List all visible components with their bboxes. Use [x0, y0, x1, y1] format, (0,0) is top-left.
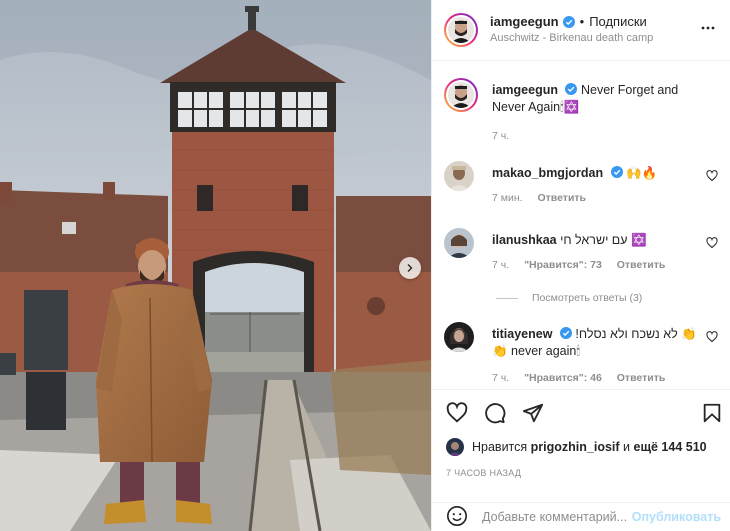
post-side-panel: iamgeegun • Подписки Auschwitz - Birkena… — [431, 0, 730, 531]
heart-icon — [706, 237, 718, 249]
heart-icon — [706, 331, 718, 343]
caption-time[interactable]: 7 ч. — [492, 130, 509, 142]
comment-like-button[interactable] — [706, 237, 718, 252]
instagram-post: iamgeegun • Подписки Auschwitz - Birkena… — [0, 0, 730, 531]
comment-text: עם ישראל חי ✡️ — [560, 233, 647, 247]
likes-count[interactable]: ещё 144 510 — [634, 440, 707, 454]
likes-prefix: Нравится — [472, 440, 528, 454]
chevron-right-icon — [407, 264, 413, 272]
caption-avatar-image — [448, 82, 474, 108]
emoji-button[interactable] — [446, 505, 468, 530]
reply-button[interactable]: Ответить — [617, 259, 666, 271]
caption-avatar[interactable] — [444, 78, 478, 112]
author-username[interactable]: iamgeegun — [490, 13, 559, 30]
caption: iamgeegun Never Forget and Never Again🕯✡… — [444, 78, 724, 142]
more-horizontal-icon — [701, 26, 715, 30]
share-icon — [522, 403, 544, 423]
heart-icon — [706, 170, 718, 182]
post-photo[interactable] — [0, 0, 431, 531]
publish-button[interactable]: Опубликовать — [632, 510, 721, 524]
comment-avatar-image — [444, 161, 474, 191]
heart-icon — [446, 402, 468, 423]
follow-button[interactable]: Подписки — [589, 13, 647, 30]
post-location[interactable]: Auschwitz - Birkenau death camp — [490, 30, 653, 47]
comment-item: titiayenew !לא נשכח ולא נסלח 👏👏 never ag… — [444, 322, 724, 386]
replies-divider — [496, 297, 518, 299]
comment-time[interactable]: 7 ч. — [492, 372, 509, 384]
caption-username[interactable]: iamgeegun — [492, 83, 558, 97]
separator-dot: • — [579, 14, 585, 29]
reply-button[interactable]: Ответить — [537, 192, 586, 204]
comment-time[interactable]: 7 ч. — [492, 259, 509, 271]
comment-item: ilanushkaa עם ישראל חי ✡️ 7 ч. "Нравится… — [444, 228, 724, 276]
comment-button[interactable] — [484, 402, 506, 427]
comments-list[interactable]: iamgeegun Never Forget and Never Again🕯✡… — [432, 62, 730, 388]
comment-username[interactable]: titiayenew — [492, 327, 552, 341]
add-comment-bar: Опубликовать — [432, 502, 730, 531]
comment-item: makao_bmgjordan 🙌🔥 7 мин. Ответить — [444, 161, 724, 209]
comment-avatar[interactable] — [444, 161, 474, 191]
verified-badge-icon — [562, 15, 575, 28]
share-button[interactable] — [522, 402, 544, 427]
comment-avatar-image — [444, 228, 474, 258]
comment-like-button[interactable] — [706, 170, 718, 185]
comment-avatar[interactable] — [444, 228, 474, 258]
comment-likes-count[interactable]: "Нравится": 46 — [524, 372, 602, 384]
emoji-icon — [447, 505, 467, 526]
likes-summary: Нравится prigozhin_iosif и ещё 144 510 — [446, 438, 707, 456]
liked-by-username[interactable]: prigozhin_iosif — [531, 440, 620, 454]
bookmark-icon — [703, 403, 721, 423]
comment-username[interactable]: makao_bmgjordan — [492, 166, 603, 180]
comment-icon — [485, 403, 506, 424]
comment-avatar-image — [444, 322, 474, 352]
comment-time[interactable]: 7 мин. — [492, 192, 523, 204]
liker-avatar-image — [446, 438, 464, 456]
liker-avatar[interactable] — [446, 438, 464, 456]
reply-button[interactable]: Ответить — [617, 372, 666, 384]
view-replies-label: Посмотреть ответы (3) — [532, 292, 643, 304]
verified-badge-icon — [565, 83, 578, 95]
post-actions: Нравится prigozhin_iosif и ещё 144 510 7… — [432, 389, 730, 493]
post-timestamp[interactable]: 7 ЧАСОВ НАЗАД — [446, 468, 521, 478]
comment-avatar[interactable] — [444, 322, 474, 352]
post-header: iamgeegun • Подписки Auschwitz - Birkena… — [432, 0, 730, 61]
next-photo-button[interactable] — [399, 257, 421, 279]
comment-likes-count[interactable]: "Нравится": 73 — [524, 259, 602, 271]
likes-connector: и — [623, 440, 631, 454]
comment-text: 🙌🔥 — [626, 166, 658, 180]
like-button[interactable] — [446, 402, 468, 427]
more-options-button[interactable] — [700, 20, 716, 39]
view-replies-button[interactable]: Посмотреть ответы (3) — [496, 292, 642, 304]
author-avatar-image — [448, 17, 474, 43]
verified-badge-icon — [610, 166, 623, 178]
comment-like-button[interactable] — [706, 331, 718, 346]
save-button[interactable] — [701, 402, 723, 427]
post-image — [0, 0, 431, 531]
author-avatar[interactable] — [444, 13, 478, 47]
comment-input[interactable] — [482, 510, 652, 524]
comment-username[interactable]: ilanushkaa — [492, 233, 557, 247]
verified-badge-icon — [559, 327, 572, 339]
